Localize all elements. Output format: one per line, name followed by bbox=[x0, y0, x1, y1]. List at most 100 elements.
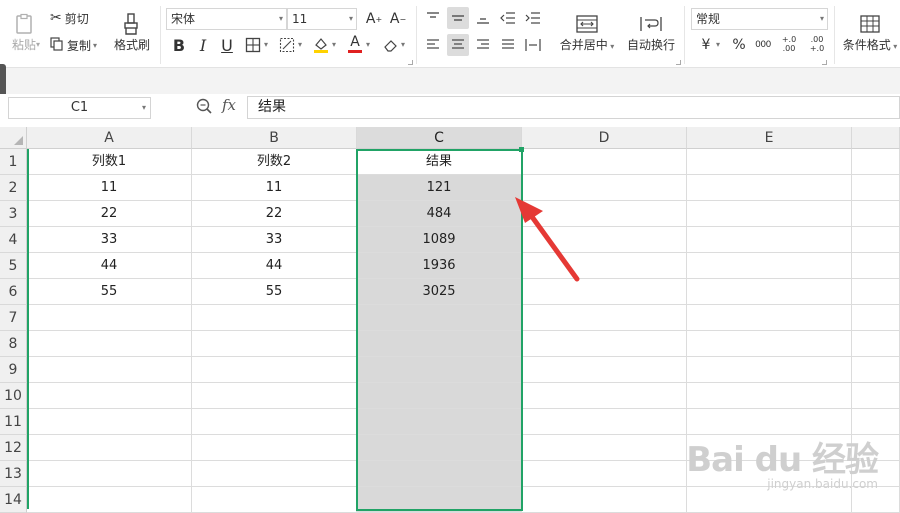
merge-center-button[interactable]: 合并居中 ▾ bbox=[556, 6, 618, 58]
cell-b9[interactable] bbox=[192, 357, 357, 383]
cell-c13[interactable] bbox=[357, 461, 522, 487]
increase-font-size-icon[interactable]: A+ bbox=[363, 8, 385, 30]
cell-c10[interactable] bbox=[357, 383, 522, 409]
cell-b1[interactable]: 列数2 bbox=[192, 149, 357, 175]
font-name-select[interactable]: 宋体 ▾ bbox=[166, 8, 287, 30]
cell-f4[interactable] bbox=[852, 227, 900, 253]
cell-a6[interactable]: 55 bbox=[27, 279, 192, 305]
cell-e10[interactable] bbox=[687, 383, 852, 409]
cell-e6[interactable] bbox=[687, 279, 852, 305]
row-header-4[interactable]: 4 bbox=[0, 227, 27, 253]
select-all-corner[interactable] bbox=[0, 127, 27, 149]
cell-f5[interactable] bbox=[852, 253, 900, 279]
fill-pattern-dropdown-icon[interactable]: ▾ bbox=[298, 40, 302, 49]
column-header-f[interactable] bbox=[852, 127, 900, 149]
eraser-icon[interactable] bbox=[380, 34, 402, 56]
zoom-search-icon[interactable] bbox=[196, 98, 212, 118]
cell-a14[interactable] bbox=[27, 487, 192, 513]
increase-decimal-icon[interactable]: +.0 .00 bbox=[776, 33, 802, 55]
borders-dropdown-icon[interactable]: ▾ bbox=[264, 40, 268, 49]
cell-c1[interactable]: 结果 bbox=[357, 149, 522, 175]
cell-a3[interactable]: 22 bbox=[27, 201, 192, 227]
cell-c5[interactable]: 1936 bbox=[357, 253, 522, 279]
cell-d10[interactable] bbox=[522, 383, 687, 409]
conditional-format-button[interactable]: 条件格式 ▾ bbox=[840, 6, 900, 58]
cell-b11[interactable] bbox=[192, 409, 357, 435]
cell-e3[interactable] bbox=[687, 201, 852, 227]
row-header-2[interactable]: 2 bbox=[0, 175, 27, 201]
increase-indent-icon[interactable] bbox=[522, 7, 544, 29]
font-color-icon[interactable]: A bbox=[344, 33, 366, 55]
thousands-separator-icon[interactable]: 000 bbox=[752, 34, 774, 56]
row-header-13[interactable]: 13 bbox=[0, 461, 27, 487]
row-header-12[interactable]: 12 bbox=[0, 435, 27, 461]
cell-b5[interactable]: 44 bbox=[192, 253, 357, 279]
cell-b7[interactable] bbox=[192, 305, 357, 331]
cell-b10[interactable] bbox=[192, 383, 357, 409]
row-header-10[interactable]: 10 bbox=[0, 383, 27, 409]
cell-a2[interactable]: 11 bbox=[27, 175, 192, 201]
cell-c2[interactable]: 121 bbox=[357, 175, 522, 201]
cell-a10[interactable] bbox=[27, 383, 192, 409]
cell-d14[interactable] bbox=[522, 487, 687, 513]
cell-a8[interactable] bbox=[27, 331, 192, 357]
column-header-d[interactable]: D bbox=[522, 127, 687, 149]
cell-d9[interactable] bbox=[522, 357, 687, 383]
cell-a5[interactable]: 44 bbox=[27, 253, 192, 279]
decrease-font-size-icon[interactable]: A− bbox=[387, 8, 409, 30]
fill-color-icon[interactable] bbox=[310, 34, 332, 56]
row-header-9[interactable]: 9 bbox=[0, 357, 27, 383]
cell-b6[interactable]: 55 bbox=[192, 279, 357, 305]
paste-dropdown-icon[interactable]: ▾ bbox=[36, 40, 40, 49]
cell-c14[interactable] bbox=[357, 487, 522, 513]
font-size-select[interactable]: 11 ▾ bbox=[287, 8, 357, 30]
justify-icon[interactable] bbox=[497, 34, 519, 56]
font-color-dropdown-icon[interactable]: ▾ bbox=[366, 40, 370, 49]
row-header-8[interactable]: 8 bbox=[0, 331, 27, 357]
cell-c3[interactable]: 484 bbox=[357, 201, 522, 227]
borders-icon[interactable] bbox=[242, 34, 264, 56]
column-header-b[interactable]: B bbox=[192, 127, 357, 149]
formula-input[interactable]: 结果 bbox=[247, 96, 900, 119]
cell-b8[interactable] bbox=[192, 331, 357, 357]
cell-d11[interactable] bbox=[522, 409, 687, 435]
cell-c12[interactable] bbox=[357, 435, 522, 461]
cell-c6[interactable]: 3025 bbox=[357, 279, 522, 305]
cell-f1[interactable] bbox=[852, 149, 900, 175]
fill-pattern-icon[interactable] bbox=[276, 34, 298, 56]
cell-a4[interactable]: 33 bbox=[27, 227, 192, 253]
row-header-11[interactable]: 11 bbox=[0, 409, 27, 435]
percent-icon[interactable]: % bbox=[728, 34, 750, 56]
cell-a7[interactable] bbox=[27, 305, 192, 331]
column-header-a[interactable]: A bbox=[27, 127, 192, 149]
cell-c7[interactable] bbox=[357, 305, 522, 331]
cell-a12[interactable] bbox=[27, 435, 192, 461]
cell-e1[interactable] bbox=[687, 149, 852, 175]
cell-f2[interactable] bbox=[852, 175, 900, 201]
align-right-icon[interactable] bbox=[472, 34, 494, 56]
bold-button[interactable]: B bbox=[168, 34, 190, 56]
cell-b2[interactable]: 11 bbox=[192, 175, 357, 201]
cell-b4[interactable]: 33 bbox=[192, 227, 357, 253]
italic-button[interactable]: I bbox=[192, 34, 214, 56]
cell-f9[interactable] bbox=[852, 357, 900, 383]
cell-c9[interactable] bbox=[357, 357, 522, 383]
underline-button[interactable]: U bbox=[216, 34, 238, 56]
cell-e2[interactable] bbox=[687, 175, 852, 201]
cell-d7[interactable] bbox=[522, 305, 687, 331]
number-format-select[interactable]: 常规 ▾ bbox=[691, 8, 828, 30]
cell-b3[interactable]: 22 bbox=[192, 201, 357, 227]
cell-b13[interactable] bbox=[192, 461, 357, 487]
number-group-launcher-icon[interactable] bbox=[822, 60, 827, 65]
align-top-icon[interactable] bbox=[422, 7, 444, 29]
align-left-icon[interactable] bbox=[422, 34, 444, 56]
cell-f3[interactable] bbox=[852, 201, 900, 227]
eraser-dropdown-icon[interactable]: ▾ bbox=[401, 40, 405, 49]
distributed-align-icon[interactable] bbox=[522, 34, 544, 56]
row-header-3[interactable]: 3 bbox=[0, 201, 27, 227]
column-header-c[interactable]: C bbox=[357, 127, 522, 149]
fill-color-dropdown-icon[interactable]: ▾ bbox=[332, 40, 336, 49]
wrap-text-button[interactable]: 自动换行 bbox=[624, 6, 678, 58]
name-box[interactable]: C1 ▾ bbox=[8, 97, 151, 119]
cell-d13[interactable] bbox=[522, 461, 687, 487]
